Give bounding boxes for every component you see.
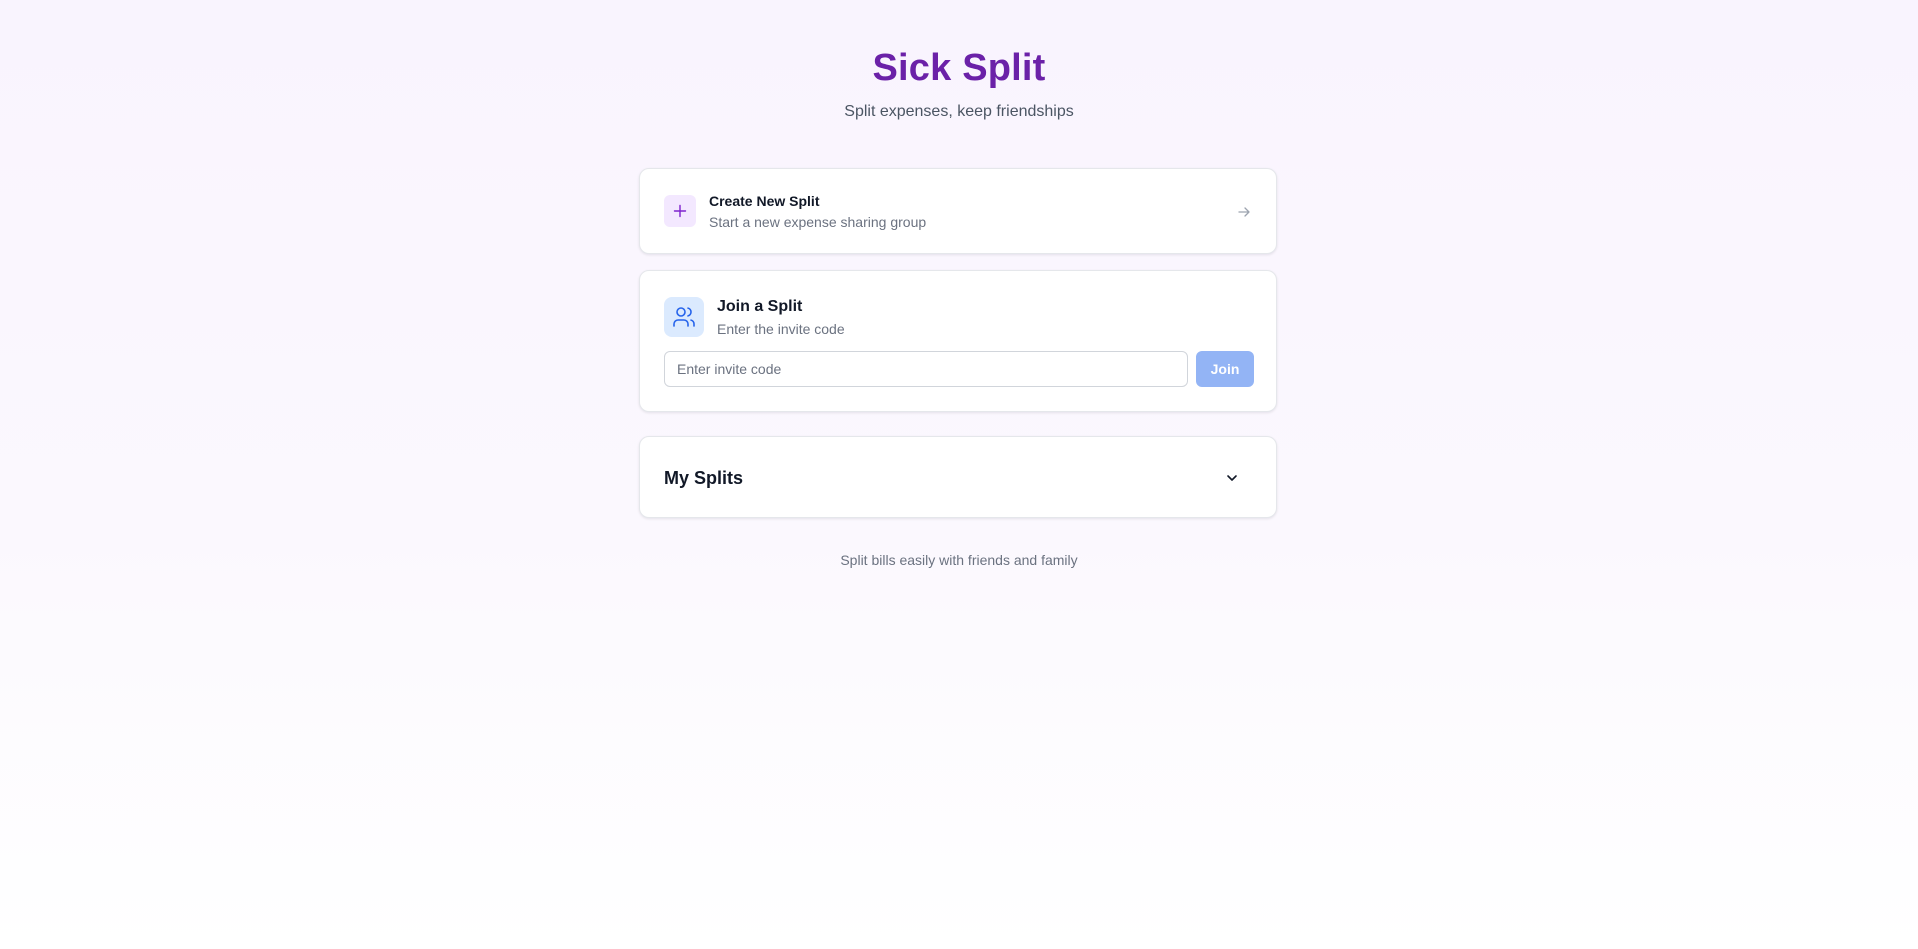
app-subtitle: Split expenses, keep friendships — [844, 103, 1074, 120]
my-splits-title: My Splits — [664, 468, 744, 488]
app-header: Sick Split Split expenses, keep friendsh… — [0, 44, 1918, 122]
join-button[interactable]: Join — [1196, 351, 1254, 387]
arrow-right-icon — [1236, 204, 1252, 220]
create-split-card[interactable]: Create New Split Start a new expense sha… — [639, 168, 1277, 254]
create-split-description: Start a new expense sharing group — [709, 214, 927, 230]
create-split-title: Create New Split — [709, 193, 820, 209]
invite-code-input[interactable] — [664, 351, 1188, 387]
chevron-down-icon[interactable] — [1224, 470, 1240, 486]
users-icon — [664, 297, 704, 337]
app-title: Sick Split — [872, 47, 1046, 89]
my-splits-card[interactable]: My Splits — [639, 436, 1277, 518]
join-split-title: Join a Split — [717, 298, 803, 315]
join-split-description: Enter the invite code — [717, 321, 845, 337]
join-split-card: Join a Split Enter the invite code Join — [639, 270, 1277, 412]
home-page: Sick Split Split expenses, keep friendsh… — [0, 0, 1918, 949]
footer-text: Split bills easily with friends and fami… — [840, 552, 1078, 568]
plus-icon — [664, 195, 696, 227]
